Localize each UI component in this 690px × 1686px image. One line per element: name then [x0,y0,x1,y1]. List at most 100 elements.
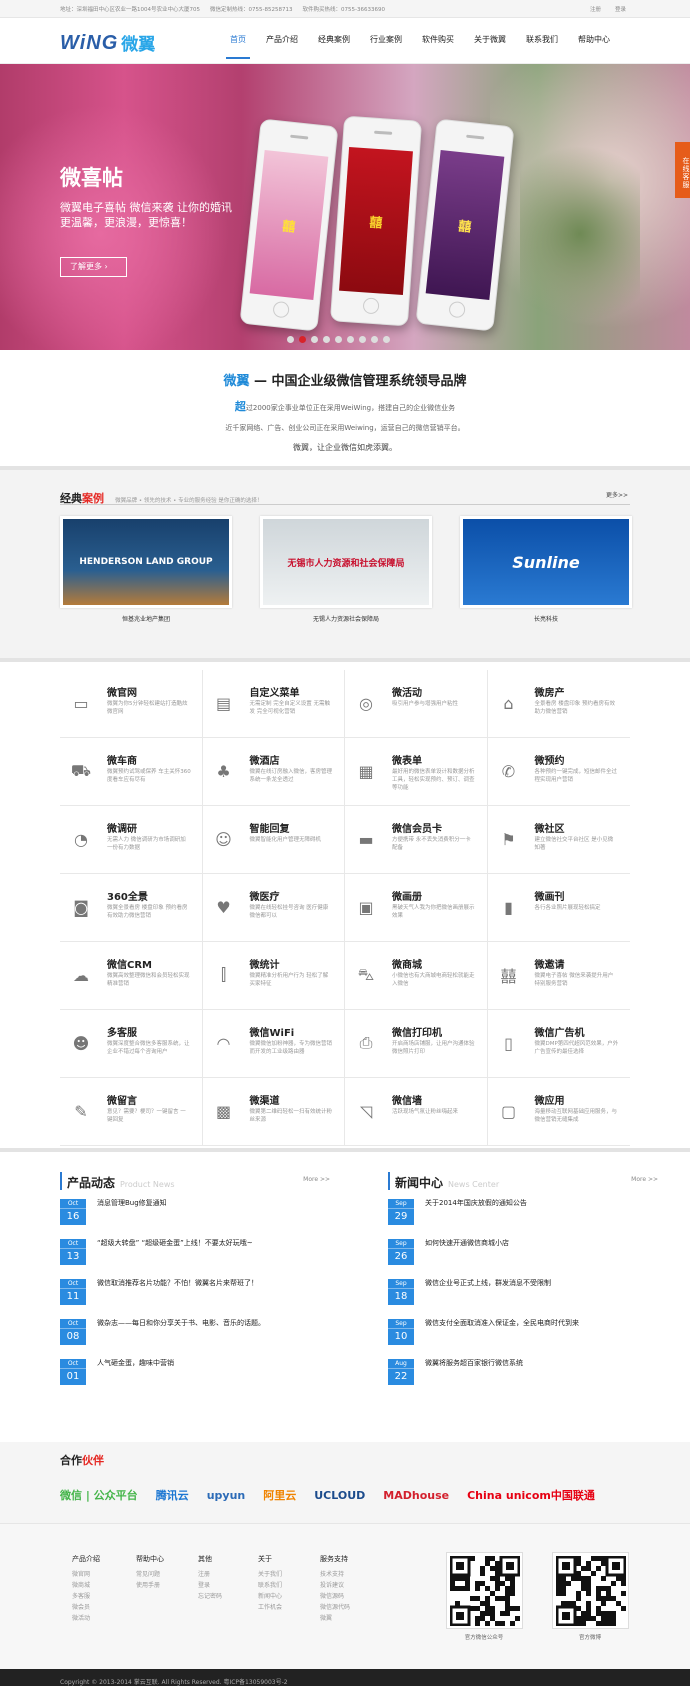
news-title-link[interactable]: “超级大转盘” “超级砸金蛋”上线！不要太好玩哦~ [97,1238,253,1248]
feature-item[interactable]: ◎ 微活动 吸引用户参与增强用户粘性 [345,670,488,738]
slider-dot[interactable] [347,336,354,343]
case-card[interactable]: Sunline 长亮科技 [460,516,632,623]
feature-item[interactable]: ▭ 微官网 微翼为你5分钟轻松建站打造酷炫微官网 [60,670,203,738]
footer-link[interactable]: 注册 [198,1569,222,1580]
feature-item[interactable]: ▯ 微信广告机 微翼DMP第四代超风范效果，户外广告宣传的最佳选择 [487,1010,630,1078]
news-item[interactable]: Oct 11 微信取消推荐名片功能？不怕！微翼名片来帮班了！ [60,1270,330,1310]
partner-logo[interactable]: UCLOUD [314,1489,365,1502]
slider-dot[interactable] [335,336,342,343]
nav-contact[interactable]: 联系我们 [516,34,568,45]
feature-item[interactable]: ▩ 微渠道 微翼第二维码轻松一扫有效统计粉丝来源 [202,1078,345,1146]
news-title-link[interactable]: 人气砸金蛋，趣味中营销 [97,1358,174,1368]
footer-link[interactable]: 微翼 [320,1613,350,1624]
partner-logo[interactable]: 腾讯云 [156,1487,189,1503]
nav-about[interactable]: 关于微翼 [464,34,516,45]
register-link[interactable]: 注册 [590,5,601,13]
slider-dot[interactable] [311,336,318,343]
footer-link[interactable]: 常见问题 [136,1569,164,1580]
partner-logo[interactable]: 阿里云 [263,1487,296,1503]
feature-item[interactable]: ✎ 微留言 意见？需要？梗司？一键留言 一键回复 [60,1078,203,1146]
footer-link[interactable]: 微信源码 [320,1591,350,1602]
feature-item[interactable]: ⌂ 微房产 全景看房 楼盘印象 预约看房有效助力微信营销 [487,670,630,738]
feature-item[interactable]: ☁ 微信CRM 微翼高效整理微信和会员轻松实现精准营销 [60,942,203,1010]
feature-item[interactable]: 囍 微邀请 微翼电子喜帖 微信来袭提升用户特别服务营销 [487,942,630,1010]
cases-more-link[interactable]: 更多>> [606,490,628,499]
feature-item[interactable]: ◙ 360全景 微翼全景看房 楼盘印象 预约看房有效助力微信营销 [60,874,203,942]
product-news-more[interactable]: More >> [303,1176,330,1183]
feature-item[interactable]: ▬ 微信会员卡 方便携带 永不丢失消费积分一卡配备 [345,806,488,874]
login-link[interactable]: 登录 [615,5,626,13]
footer-link[interactable]: 投诉建议 [320,1580,350,1591]
nav-products[interactable]: 产品介绍 [256,34,308,45]
news-title-link[interactable]: 关于2014年国庆放假的通知公告 [425,1198,527,1208]
news-title-link[interactable]: 微信企业号正式上线，群发消息不受限制 [425,1278,551,1288]
footer-link[interactable]: 新闻中心 [258,1591,282,1602]
footer-link[interactable]: 使用手册 [136,1580,164,1591]
case-card[interactable]: 无锡市人力资源和社会保障局 无锡人力资源社会保障局 [260,516,432,623]
slider-dot-active[interactable] [299,336,306,343]
partner-logo[interactable]: China unicom中国联通 [467,1487,595,1503]
partner-logo[interactable]: MADhouse [383,1489,449,1502]
news-title-link[interactable]: 微信支付全面取消准入保证金，全民电商时代到来 [425,1318,579,1328]
online-service-tab[interactable]: 在线客服 [675,142,690,198]
feature-item[interactable]: ✆ 微预约 各种预约一键完成，短信邮件全过程实现用户营销 [487,738,630,806]
footer-link[interactable]: 微官网 [72,1569,100,1580]
news-item[interactable]: Aug 22 微翼将服务超百家银行微信系统 [388,1350,658,1390]
news-item[interactable]: Sep 10 微信支付全面取消准入保证金，全民电商时代到来 [388,1310,658,1350]
footer-link[interactable]: 登录 [198,1580,222,1591]
learn-more-button[interactable]: 了解更多 › [60,257,127,277]
feature-item[interactable]: ⎙ 微信打印机 开启商场店铺服，让用户沟通体验微信照片打印 [345,1010,488,1078]
nav-cases[interactable]: 经典案例 [308,34,360,45]
feature-item[interactable]: ☻ 多客服 微翼深度整合微信多客服系统，让企业不错过每个咨询用户 [60,1010,203,1078]
news-title-link[interactable]: 微信取消推荐名片功能？不怕！微翼名片来帮班了！ [97,1278,258,1288]
feature-item[interactable]: ♥ 微医疗 微翼在线轻松挂号咨询 医疗健康 微信都可以 [202,874,345,942]
feature-item[interactable]: ☺ 智能回复 微翼智能化用户管理无障碍机 [202,806,345,874]
feature-item[interactable]: ⛍ 微商城 小微信也有大商城电商轻松就能走入微信 [345,942,488,1010]
feature-item[interactable]: ⚑ 微社区 建立微信社交平台社区 是小见微知著 [487,806,630,874]
news-center-more[interactable]: More >> [631,1176,658,1183]
partner-logo[interactable]: 微信 | 公众平台 [60,1487,138,1503]
slider-dot[interactable] [371,336,378,343]
nav-industry[interactable]: 行业案例 [360,34,412,45]
slider-dot[interactable] [383,336,390,343]
feature-item[interactable]: ⛟ 微车商 微翼预约试驾或保养 车主关怀360度看车应有尽有 [60,738,203,806]
feature-item[interactable]: ♣ 微酒店 微翼在线订房融入微信，客房管理系统一条龙全透过 [202,738,345,806]
footer-link[interactable]: 工作机会 [258,1602,282,1613]
nav-home[interactable]: 首页 [220,34,256,59]
footer-link[interactable]: 微会员 [72,1602,100,1613]
news-item[interactable]: Sep 18 微信企业号正式上线，群发消息不受限制 [388,1270,658,1310]
nav-help[interactable]: 帮助中心 [568,34,620,45]
feature-item[interactable]: ⫿ 微统计 微翼精准分析用户行为 轻松了解买家特征 [202,942,345,1010]
news-title-link[interactable]: 微翼将服务超百家银行微信系统 [425,1358,523,1368]
footer-link[interactable]: 联系我们 [258,1580,282,1591]
news-item[interactable]: Oct 01 人气砸金蛋，趣味中营销 [60,1350,330,1390]
footer-link[interactable]: 微商城 [72,1580,100,1591]
feature-item[interactable]: ▦ 微表单 最好用的微信表单设计和数据分析工具，轻松实现预约、预订、调查等功能 [345,738,488,806]
slider-dot[interactable] [323,336,330,343]
slider-dot[interactable] [287,336,294,343]
footer-link[interactable]: 忘记密码 [198,1591,222,1602]
news-title-link[interactable]: 微杂志——每日和你分享关于书、电影、音乐的话题。 [97,1318,265,1328]
footer-link[interactable]: 关于我们 [258,1569,282,1580]
slider-dot[interactable] [359,336,366,343]
news-item[interactable]: Oct 13 “超级大转盘” “超级砸金蛋”上线！不要太好玩哦~ [60,1230,330,1270]
nav-buy[interactable]: 软件购买 [412,34,464,45]
feature-item[interactable]: ▮ 微画刊 各行各业照片展现轻松搞定 [487,874,630,942]
news-title-link[interactable]: 如何快速开通微信商城小店 [425,1238,509,1248]
feature-item[interactable]: ▣ 微画册 黑破天气人我为你把微信画册展示效果 [345,874,488,942]
partner-logo[interactable]: upyun [207,1489,246,1502]
news-title-link[interactable]: 消息管理Bug修复通知 [97,1198,167,1208]
footer-link[interactable]: 微信源代码 [320,1602,350,1613]
feature-item[interactable]: ◹ 微信墙 活跃现场气氛让粉丝嗨起来 [345,1078,488,1146]
case-card[interactable]: HENDERSON LAND GROUP 恒基兆业地产集团 [60,516,232,623]
footer-link[interactable]: 多客服 [72,1591,100,1602]
footer-link[interactable]: 技术支持 [320,1569,350,1580]
feature-item[interactable]: ◔ 微调研 无需人力 微信调研为市场调研加一份有力数据 [60,806,203,874]
news-item[interactable]: Oct 16 消息管理Bug修复通知 [60,1190,330,1230]
news-item[interactable]: Oct 08 微杂志——每日和你分享关于书、电影、音乐的话题。 [60,1310,330,1350]
footer-link[interactable]: 微活动 [72,1613,100,1624]
feature-item[interactable]: ◠ 微信WiFi 微翼微信加粉神器，专为微信营销而开发的工业级路由器 [202,1010,345,1078]
feature-item[interactable]: ▢ 微应用 海量移动互联网基础应用服务，与微信营销无缝集成 [487,1078,630,1146]
news-item[interactable]: Sep 29 关于2014年国庆放假的通知公告 [388,1190,658,1230]
feature-item[interactable]: ▤ 自定义菜单 无需定制 完全自定义设置 无需触发 完全可视化营销 [202,670,345,738]
